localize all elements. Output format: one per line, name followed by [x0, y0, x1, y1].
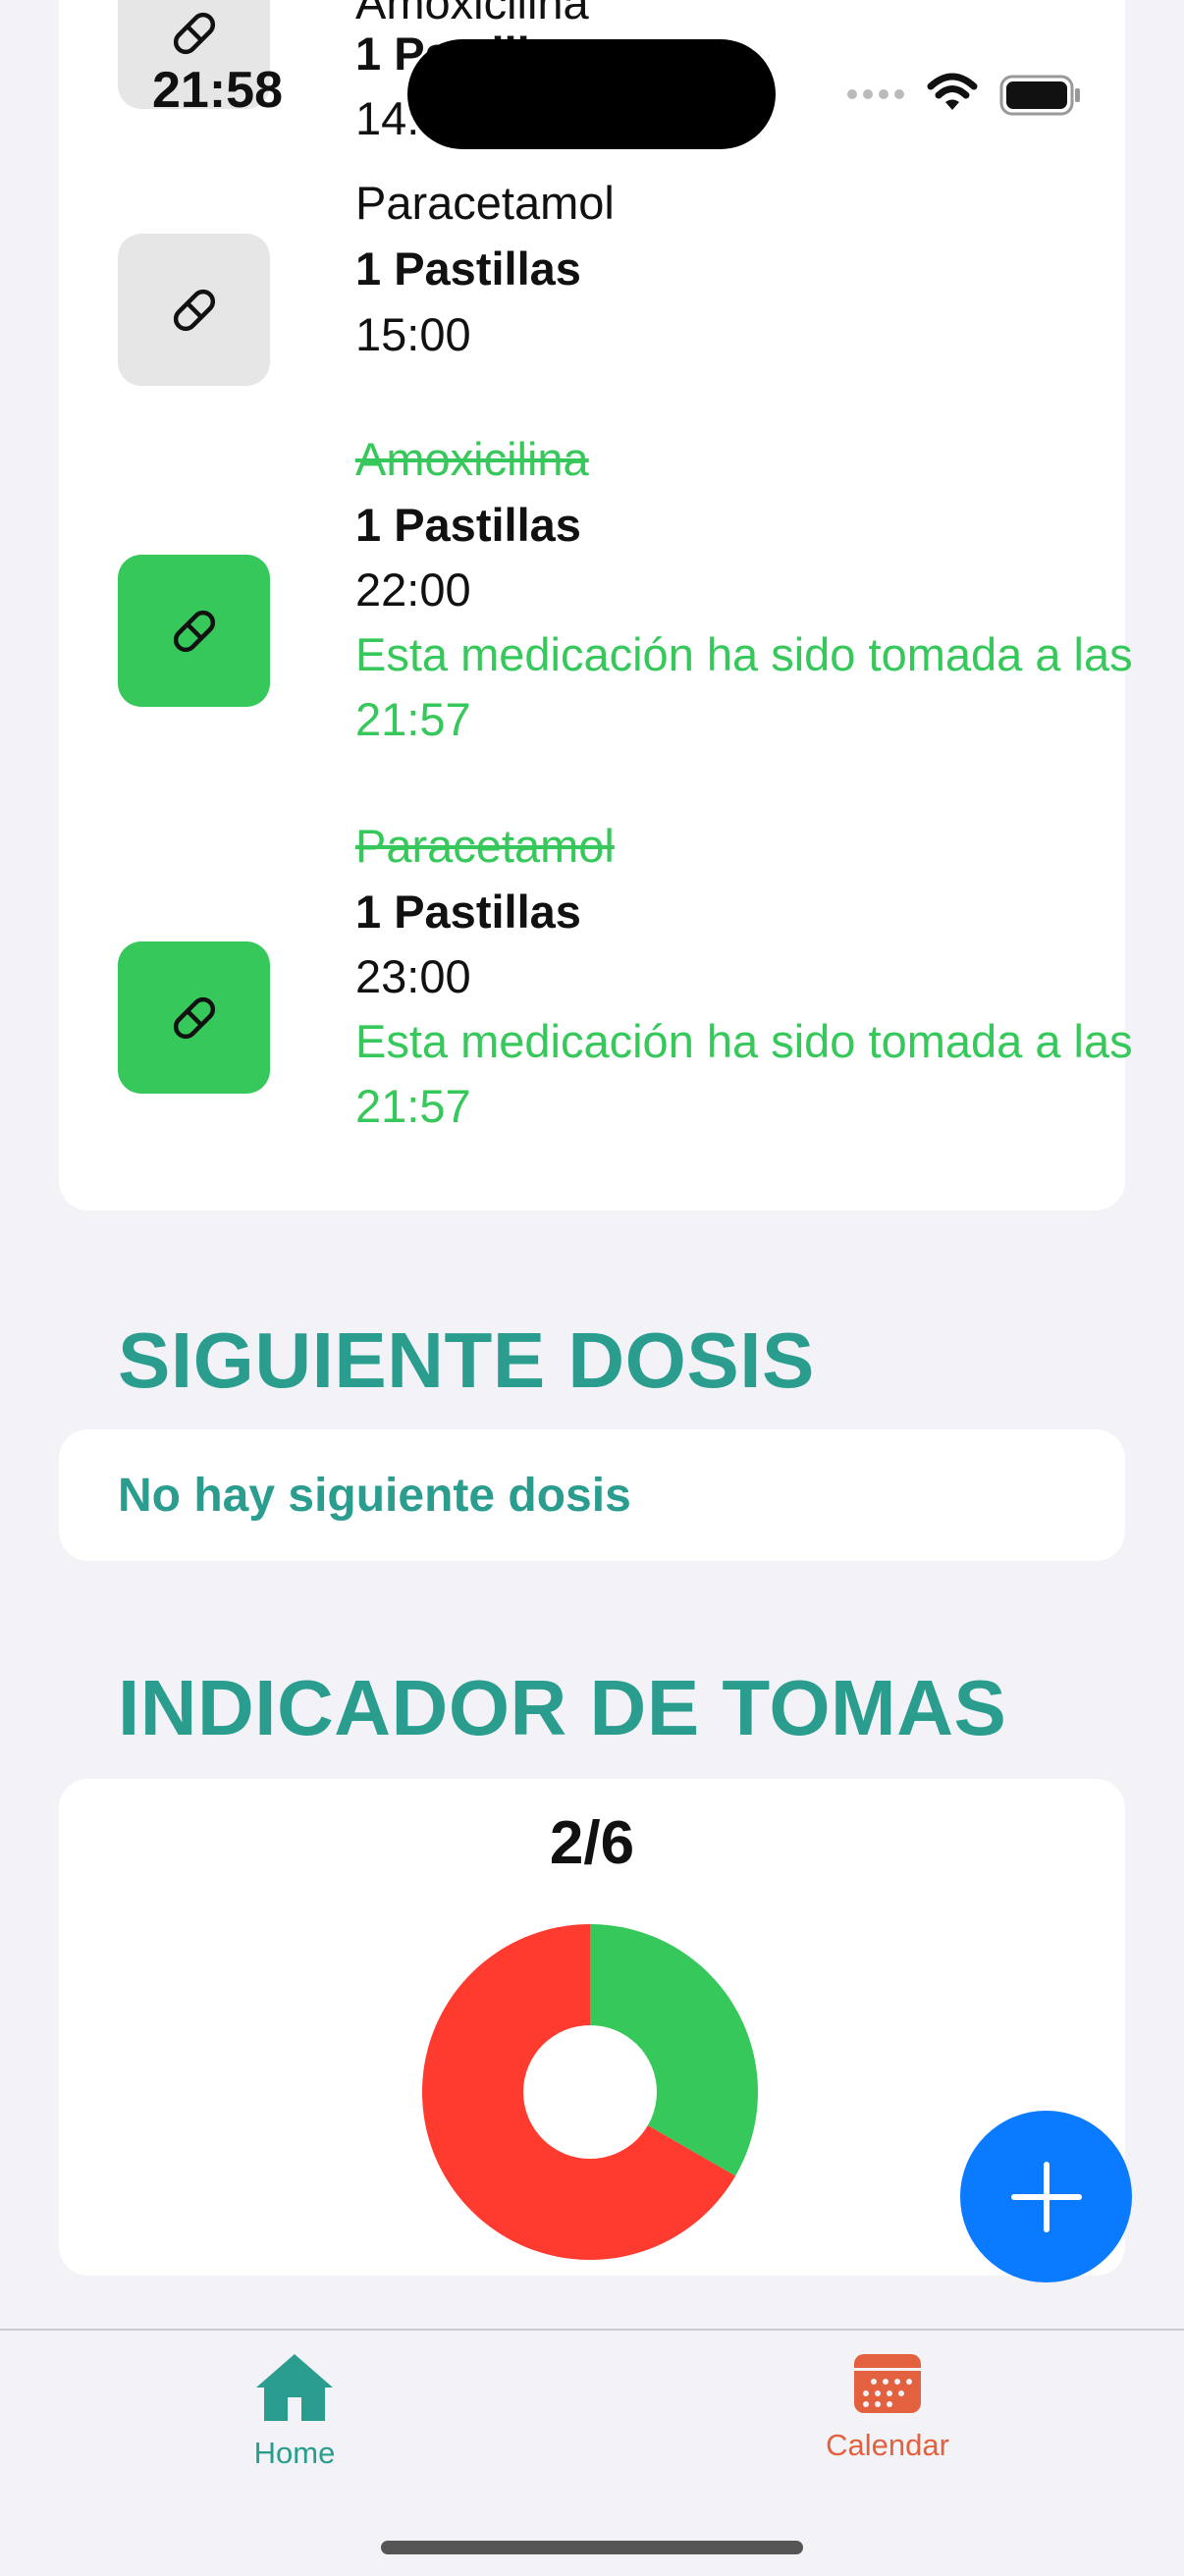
med-name-taken: Paracetamol — [355, 820, 615, 872]
tab-home-label: Home — [253, 2436, 336, 2470]
intake-count: 2/6 — [549, 1809, 635, 1877]
cellular-signal-icon — [846, 86, 907, 107]
medication-list-card: Amoxicilina 1 Pastillas 14:00 Paracetamo… — [59, 0, 1133, 1210]
med-dose: 1 Pastillas — [355, 499, 581, 551]
pill-icon — [173, 12, 215, 54]
taken-message: Esta medicación ha sido tomada a las 21:… — [355, 1015, 1133, 1132]
pill-icon-tile-taken[interactable] — [118, 941, 270, 1094]
dynamic-island — [407, 39, 776, 149]
med-dose: 1 Pastillas — [355, 242, 581, 295]
next-dose-title: SIGUIENTE DOSIS — [118, 1316, 815, 1404]
home-indicator — [381, 2541, 803, 2554]
taken-message: Esta medicación ha sido tomada a las 21:… — [355, 628, 1133, 745]
intake-donut-chart — [422, 1924, 758, 2260]
add-medication-button[interactable] — [960, 2111, 1132, 2282]
tab-bar: Home Calendar — [0, 2329, 1184, 2576]
calendar-icon — [854, 2354, 921, 2413]
battery-icon — [999, 75, 1082, 121]
plus-icon — [1010, 2161, 1082, 2232]
house-icon — [256, 2354, 333, 2421]
med-name: Paracetamol — [355, 177, 615, 229]
next-dose-message: No hay siguiente dosis — [118, 1470, 631, 1522]
pill-icon-tile[interactable] — [118, 234, 270, 386]
wifi-icon — [927, 71, 978, 119]
tab-calendar[interactable]: Calendar — [740, 2350, 1035, 2463]
med-time: 22:00 — [355, 564, 471, 616]
tab-calendar-label: Calendar — [826, 2428, 949, 2462]
med-name-taken: Amoxicilina — [355, 433, 589, 485]
next-dose-card: No hay siguiente dosis — [59, 1429, 1125, 1561]
pill-icon — [173, 996, 215, 1039]
status-time: 21:58 — [152, 62, 283, 119]
pill-icon — [173, 610, 215, 652]
pill-icon — [173, 289, 215, 331]
tab-home[interactable]: Home — [147, 2350, 442, 2471]
med-time: 15:00 — [355, 308, 471, 360]
intake-indicator-title: INDICADOR DE TOMAS — [118, 1664, 1007, 1751]
med-dose: 1 Pastillas — [355, 886, 581, 938]
med-time: 23:00 — [355, 950, 471, 1002]
pill-icon-tile-taken[interactable] — [118, 555, 270, 707]
donut-hole — [523, 2025, 657, 2159]
